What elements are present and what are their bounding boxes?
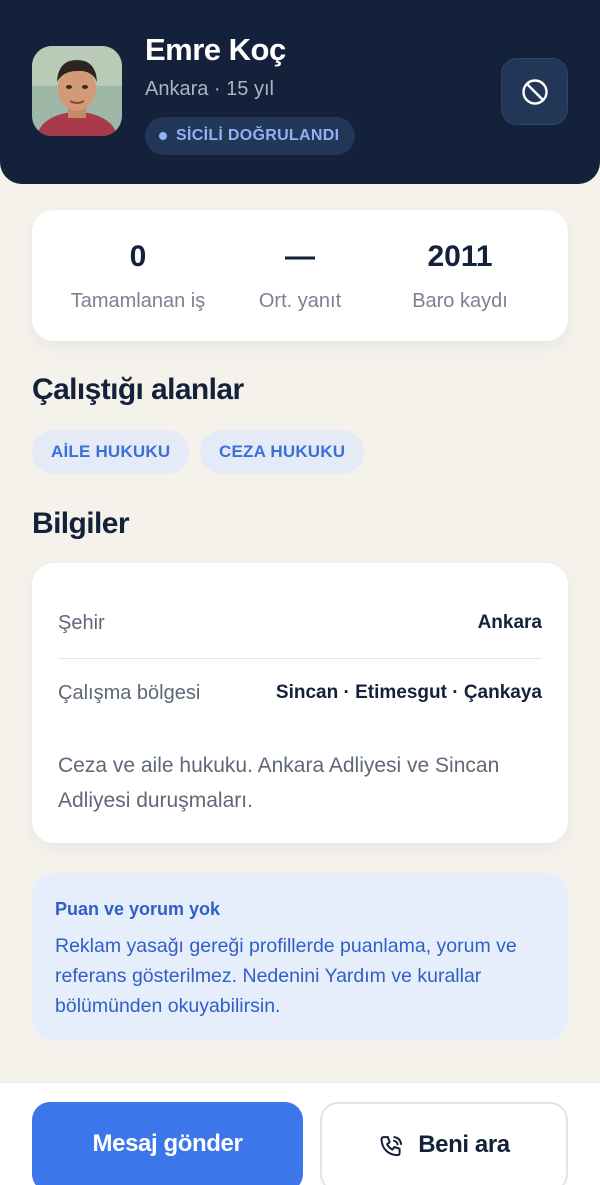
stat-value: 0 [129, 240, 147, 273]
info-row-value-region: Sincan · Etimesgut · Çankaya [275, 682, 542, 703]
no-ratings-notice: Puan ve yorum yok Reklam yasağı gereği p… [32, 873, 568, 1041]
send-message-button[interactable]: Mesaj gönder [32, 1102, 303, 1185]
bio-text: Ceza ve aile hukuku. Ankara Adliyesi ve … [58, 754, 500, 812]
stats-card: 0 Tamamlanan iş — Ort. yanıt 2011 Baro k… [32, 210, 568, 341]
profile-header: Emre Koç Ankara · 15 yıl SİCİLİ DOĞRULAN… [0, 0, 600, 184]
info-row-value-city: Ankara [477, 612, 542, 633]
area-chip: AİLE HUKUKU [32, 430, 190, 474]
stat-label: Ort. yanıt [258, 290, 342, 312]
verified-badge: SİCİLİ DOĞRULANDI [145, 117, 356, 155]
info-row-label-city: Şehir [58, 612, 105, 634]
profile-subtitle: Ankara · 15 yıl [145, 78, 274, 100]
block-button[interactable] [501, 58, 568, 125]
status-dot-icon [159, 132, 167, 140]
info-row-label-region: Çalışma bölgesi [58, 682, 201, 704]
stat-value: 2011 [427, 240, 493, 273]
verified-badge-label: SİCİLİ DOĞRULANDI [176, 127, 340, 144]
notice-title: Puan ve yorum yok [55, 899, 221, 919]
call-me-label: Beni ara [418, 1131, 510, 1158]
areas-title: Çalıştığı alanlar [32, 373, 244, 406]
send-message-label: Mesaj gönder [92, 1130, 243, 1157]
area-chip: CEZA HUKUKU [200, 430, 365, 474]
notice-body: Reklam yasağı gereği profillerde puanlam… [55, 935, 517, 1017]
block-icon [521, 78, 548, 105]
profile-name: Emre Koç [145, 32, 286, 67]
info-title: Bilgiler [32, 507, 129, 540]
stat-label: Tamamlanan iş [70, 290, 206, 312]
call-me-button[interactable]: Beni ara [320, 1102, 568, 1185]
phone-icon [380, 1136, 403, 1157]
info-card: Şehir Ankara Çalışma bölgesi Sincan · Et… [32, 563, 568, 843]
stat-label: Baro kaydı [412, 290, 508, 312]
divider [58, 658, 542, 659]
avatar [32, 46, 122, 136]
avatar-photo-icon [32, 46, 122, 136]
stat-value: — [285, 240, 315, 273]
